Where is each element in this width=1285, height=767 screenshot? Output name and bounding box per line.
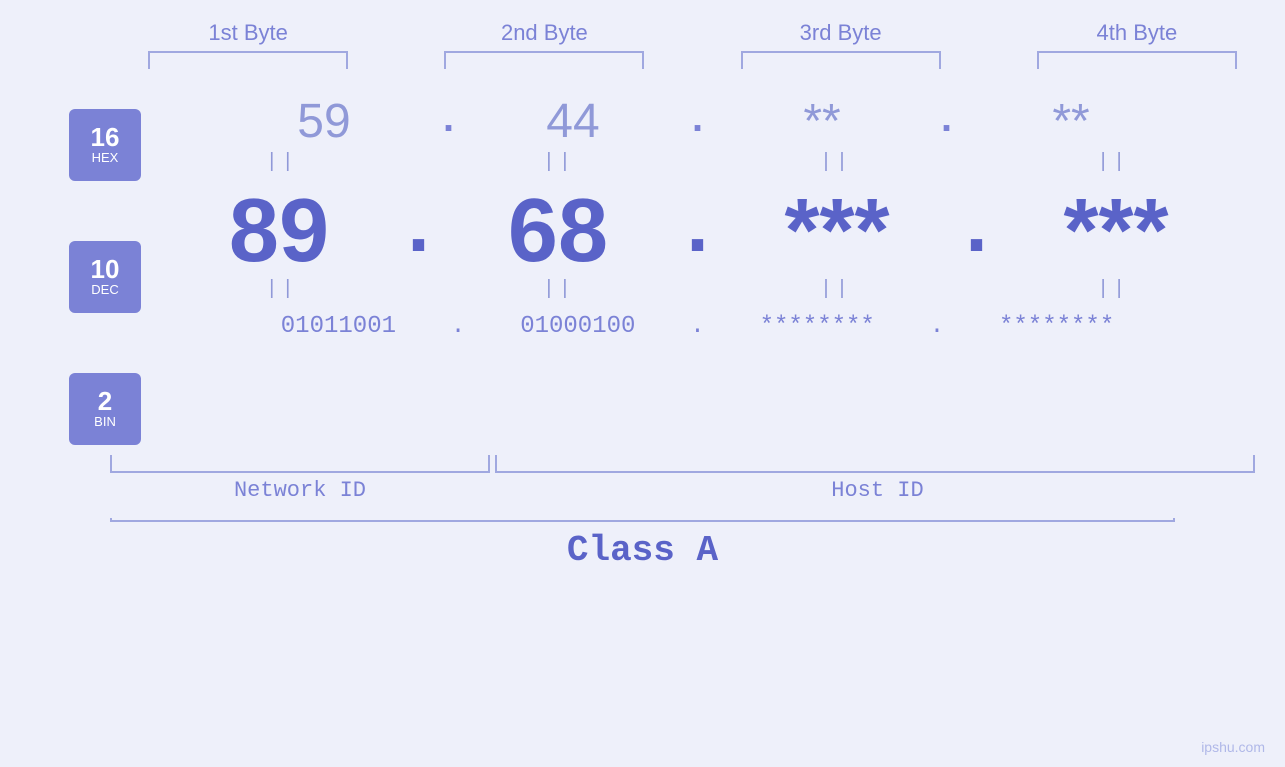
bracket-b4 [1037,51,1237,69]
bottom-section: Network ID Host ID [100,455,1285,503]
bin-row: 01011001 . 01000100 . ******** . *******… [160,313,1235,340]
dec-badge-label: DEC [91,282,118,298]
bin-b2: 01000100 [520,313,635,340]
dec-b4: *** [1063,181,1168,281]
class-section: Class A [50,518,1235,571]
eq2-b2: || [444,278,674,301]
eq2-b1: || [167,278,397,301]
bottom-labels: Network ID Host ID [100,478,1265,503]
host-id-label: Host ID [490,478,1265,503]
class-label: Class A [567,530,718,571]
hex-dot1: . [436,99,460,144]
equals-row-2: || || || || [160,278,1235,301]
bin-dot1: . [451,313,465,340]
class-bracket [110,518,1175,522]
hex-b2: 44 [546,95,599,148]
equals-row-1: || || || || [160,151,1235,174]
dec-row: 89 . 68 . *** . *** [160,186,1235,276]
dec-b3: *** [784,181,889,281]
top-bracket-row [100,51,1285,69]
bottom-brackets [100,455,1265,473]
main-container: 1st Byte 2nd Byte 3rd Byte 4th Byte 16 H… [0,0,1285,767]
eq1-b3: || [721,151,951,174]
hex-b4: ** [1052,95,1089,148]
host-bracket [495,455,1255,473]
badges-column: 16 HEX 10 DEC 2 BIN [50,79,160,445]
bin-badge-label: BIN [94,414,116,430]
bin-b3: ******** [760,313,875,340]
eq2-b3: || [721,278,951,301]
bracket-b2 [444,51,644,69]
eq2-b4: || [998,278,1228,301]
eq1-b4: || [998,151,1228,174]
dec-b2: 68 [508,181,608,281]
bin-dot2: . [690,313,704,340]
dec-badge-num: 10 [91,256,120,282]
values-grid: 59 . 44 . ** . ** || || [160,79,1235,340]
byte-headers: 1st Byte 2nd Byte 3rd Byte 4th Byte [100,20,1285,46]
dec-dot3: . [953,191,1001,271]
watermark: ipshu.com [1201,739,1265,755]
hex-badge: 16 HEX [69,109,141,181]
hex-dot3: . [935,99,959,144]
byte3-header: 3rd Byte [726,20,956,46]
dec-dot2: . [673,191,721,271]
bin-dot3: . [930,313,944,340]
eq1-b2: || [444,151,674,174]
bracket-b1 [148,51,348,69]
hex-dot2: . [685,99,709,144]
bin-b4: ******** [999,313,1114,340]
byte2-header: 2nd Byte [429,20,659,46]
byte4-header: 4th Byte [1022,20,1252,46]
content-area: 16 HEX 10 DEC 2 BIN 59 . 44 [50,79,1235,445]
dec-b1: 89 [229,181,329,281]
dec-badge: 10 DEC [69,241,141,313]
byte1-header: 1st Byte [133,20,363,46]
network-bracket [110,455,490,473]
bin-b1: 01011001 [281,313,396,340]
hex-row: 59 . 44 . ** . ** [160,94,1235,149]
network-id-label: Network ID [110,478,490,503]
bin-badge-num: 2 [98,388,112,414]
eq1-b1: || [167,151,397,174]
hex-badge-label: HEX [92,150,119,166]
hex-badge-num: 16 [91,124,120,150]
bin-badge: 2 BIN [69,373,141,445]
bracket-b3 [741,51,941,69]
hex-b1: 59 [297,95,350,148]
dec-dot1: . [394,191,442,271]
hex-b3: ** [803,95,840,148]
